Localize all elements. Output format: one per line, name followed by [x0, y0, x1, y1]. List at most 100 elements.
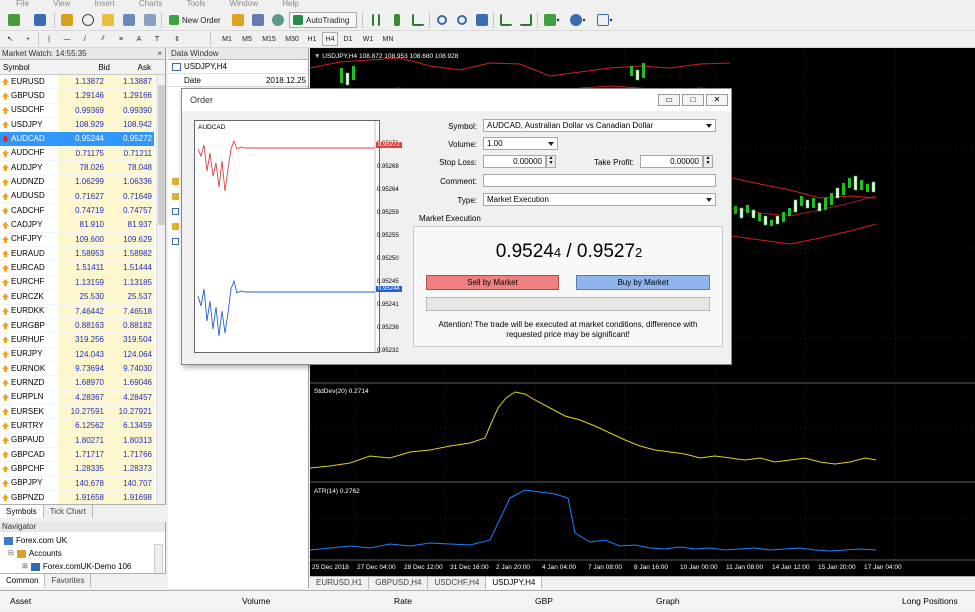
channel-button[interactable]: ⫽: [96, 32, 110, 46]
new-order-button[interactable]: New Order: [166, 12, 224, 28]
close-button[interactable]: ✕: [706, 94, 728, 106]
symbol-select[interactable]: AUDCAD, Australian Dollar vs Canadian Do…: [483, 119, 716, 132]
table-row[interactable]: EURJPY 124.043 124.064: [0, 347, 165, 362]
timeframe-m1[interactable]: M1: [218, 32, 236, 46]
table-row[interactable]: AUDCHF 0.71175 0.71211: [0, 146, 165, 162]
column-bid[interactable]: Bid: [70, 60, 110, 74]
table-row[interactable]: EURAUD 1.58953 1.58982: [0, 247, 165, 262]
table-row[interactable]: EURCAD 1.51411 1.51444: [0, 261, 165, 276]
minimize-button[interactable]: ▭: [658, 94, 680, 106]
market-watch-scrollbar[interactable]: [156, 75, 165, 512]
column-gbp[interactable]: GBP: [535, 591, 553, 612]
zoom-out-button[interactable]: [453, 12, 470, 28]
autotrading-button[interactable]: AutoTrading: [289, 12, 357, 28]
table-row[interactable]: EURDKK 7.46442 7.46518: [0, 304, 165, 319]
column-rate[interactable]: Rate: [394, 591, 412, 612]
text-button[interactable]: A: [132, 32, 146, 46]
tab-favorites[interactable]: Favorites: [45, 574, 92, 587]
comment-input[interactable]: [483, 174, 716, 187]
periods-button[interactable]: ▾: [567, 12, 589, 28]
volume-select[interactable]: 1.00: [483, 137, 558, 150]
take-profit-input[interactable]: 0.00000: [640, 155, 703, 168]
navigator-root[interactable]: Forex.com UK: [4, 536, 67, 546]
crosshair-button[interactable]: +: [21, 32, 35, 46]
column-symbol[interactable]: Symbol: [0, 60, 70, 74]
navigator-accounts[interactable]: ⊟ Accounts: [8, 549, 62, 559]
table-row[interactable]: EURCHF 1.13159 1.13185: [0, 275, 165, 291]
tab-symbols[interactable]: Symbols: [0, 505, 44, 518]
table-row[interactable]: AUDNZD 1.06299 1.06336: [0, 175, 165, 190]
menu-tools[interactable]: Tools: [187, 0, 206, 8]
stop-loss-input[interactable]: 0.00000: [483, 155, 546, 168]
timeframe-h1[interactable]: H1: [304, 32, 320, 46]
indicators-button[interactable]: ▾: [541, 12, 563, 28]
menu-view[interactable]: View: [53, 0, 70, 8]
table-row[interactable]: EURSEK 10.27591 10.27921: [0, 404, 165, 420]
strategy-tester-button[interactable]: [141, 12, 158, 28]
table-row[interactable]: EURPLN 4.28367 4.28457: [0, 390, 165, 405]
table-row[interactable]: EURHUF 319.256 319.504: [0, 333, 165, 348]
sell-by-market-button[interactable]: Sell by Market: [426, 275, 559, 290]
timeframe-m30[interactable]: M30: [281, 32, 303, 46]
timeframe-m15[interactable]: M15: [258, 32, 280, 46]
take-profit-spinner[interactable]: ▲ ▼: [703, 155, 713, 168]
bar-chart-button[interactable]: [367, 12, 384, 28]
fibonacci-button[interactable]: ≡: [114, 32, 128, 46]
tab-tick-chart[interactable]: Tick Chart: [44, 505, 93, 518]
tile-windows-button[interactable]: [473, 12, 490, 28]
navigator-account[interactable]: ⊞ Forex.comUK-Demo 106: [22, 562, 131, 572]
cursor-button[interactable]: ↖: [3, 32, 17, 46]
column-graph[interactable]: Graph: [656, 591, 680, 612]
tab-usdjpy-h4[interactable]: USDJPY,H4: [486, 577, 543, 589]
zoom-in-button[interactable]: [433, 12, 450, 28]
timeframe-h4[interactable]: H4: [322, 32, 338, 46]
tab-common[interactable]: Common: [0, 574, 46, 587]
table-row[interactable]: GBPAUD 1.80271 1.80313: [0, 433, 165, 448]
navigator-scrollbar[interactable]: [154, 544, 163, 574]
table-row[interactable]: EURNZD 1.68970 1.69046: [0, 376, 165, 391]
table-row[interactable]: AUDUSD 0.71627 0.71649: [0, 189, 165, 205]
tab-eurusd-h1[interactable]: EURUSD,H1: [310, 577, 370, 589]
horizontal-line-button[interactable]: —: [60, 32, 74, 46]
chart-shift-button[interactable]: [517, 12, 534, 28]
buy-by-market-button[interactable]: Buy by Market: [576, 275, 710, 290]
column-long-positions[interactable]: Long Positions: [902, 591, 958, 612]
table-row[interactable]: EURCZK 25.530 25.537: [0, 290, 165, 305]
data-window-button[interactable]: [79, 12, 96, 28]
timeframe-mn[interactable]: MN: [379, 32, 397, 46]
menu-charts[interactable]: Charts: [139, 0, 163, 8]
type-select[interactable]: Market Execution: [483, 193, 716, 206]
table-row[interactable]: USDJPY 108.929 108.942: [0, 118, 165, 133]
menu-help[interactable]: Help: [282, 0, 298, 8]
trendline-button[interactable]: /: [78, 32, 92, 46]
line-chart-button[interactable]: [409, 12, 426, 28]
table-row[interactable]: CHFJPY 109.600 109.629: [0, 232, 165, 248]
table-row[interactable]: EURNOK 9.73694 9.74030: [0, 361, 165, 377]
templates-button[interactable]: ▾: [594, 12, 616, 28]
maximize-button[interactable]: □: [682, 94, 704, 106]
market-watch-button[interactable]: [58, 12, 75, 28]
timeframe-w1[interactable]: W1: [360, 32, 376, 46]
new-chart-button[interactable]: [3, 12, 25, 28]
market-button[interactable]: [269, 12, 286, 28]
menu-window[interactable]: Window: [230, 0, 258, 8]
auto-scroll-button[interactable]: [497, 12, 514, 28]
vertical-line-button[interactable]: |: [42, 32, 56, 46]
candlestick-button[interactable]: [388, 12, 405, 28]
navigator-button[interactable]: [99, 12, 116, 28]
table-row[interactable]: EURUSD 1.13872 1.13887: [0, 75, 165, 90]
stop-loss-spinner[interactable]: ▲ ▼: [546, 155, 556, 168]
menu-insert[interactable]: Insert: [95, 0, 115, 8]
column-volume[interactable]: Volume: [242, 591, 270, 612]
table-row[interactable]: AUDJPY 78.026 78.048: [0, 161, 165, 176]
column-asset[interactable]: Asset: [10, 591, 31, 612]
table-row[interactable]: GBPCAD 1.71717 1.71766: [0, 447, 165, 463]
arrows-button[interactable]: ⇕: [168, 32, 186, 46]
terminal-button[interactable]: [120, 12, 137, 28]
table-row[interactable]: USDCHF 0.99369 0.99390: [0, 103, 165, 119]
table-row[interactable]: CADCHF 0.74719 0.74757: [0, 204, 165, 219]
timeframe-d1[interactable]: D1: [340, 32, 356, 46]
menu-file[interactable]: File: [16, 0, 29, 8]
table-row[interactable]: AUDCAD 0.95244 0.95272: [0, 132, 165, 147]
column-ask[interactable]: Ask: [110, 60, 155, 74]
